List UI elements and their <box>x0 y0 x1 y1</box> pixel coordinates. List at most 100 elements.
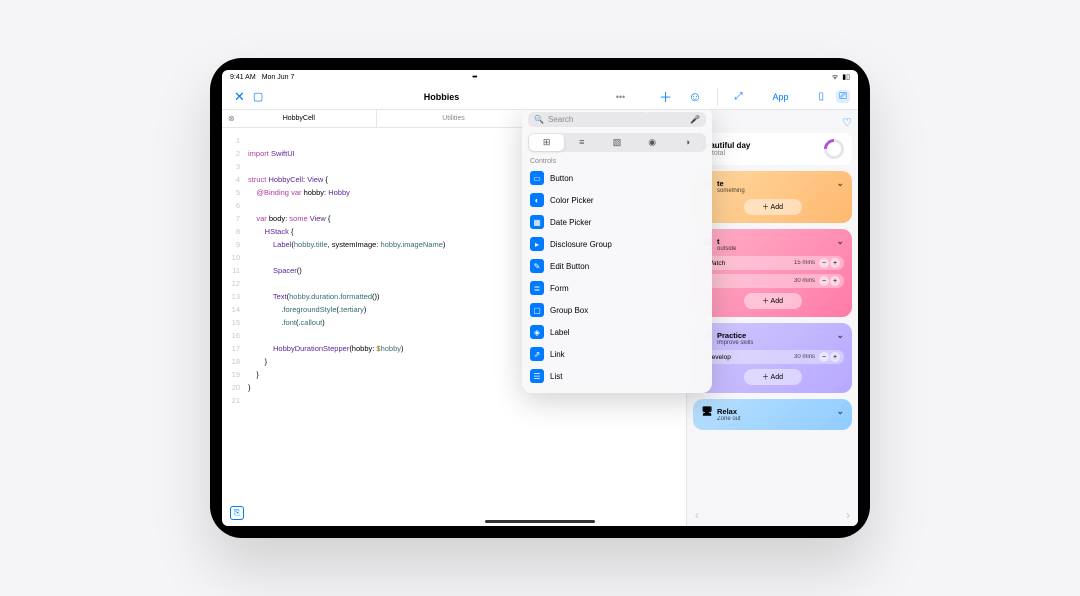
close-button[interactable]: ✕ <box>230 89 249 105</box>
stepper-minus[interactable]: − <box>819 276 829 286</box>
library-popover: 🔍 Search 🎤 ⊞≡▧◉◑ Controls ▭ Button ◐ Color … <box>522 110 712 393</box>
nav-forward-icon[interactable]: › <box>846 508 850 522</box>
status-date: Mon Jun 7 <box>262 74 295 81</box>
control-label: List <box>550 372 562 381</box>
hobby-title: Relax <box>717 407 737 416</box>
chevron-down-icon[interactable]: ⌄ <box>836 330 844 341</box>
hobby-title: te <box>717 179 724 188</box>
multitask-dots-icon[interactable] <box>472 74 476 81</box>
run-destination[interactable]: App <box>772 92 788 102</box>
stepper-minus[interactable]: − <box>819 258 829 268</box>
tab-label: HobbyCell <box>283 115 315 122</box>
chevron-down-icon[interactable]: ⌄ <box>836 178 844 189</box>
library-segment[interactable]: ⊞ <box>529 134 564 151</box>
control-icon: ≣ <box>530 281 544 295</box>
search-icon: 🔍 <box>534 115 544 124</box>
add-view-button[interactable]: ＋ <box>655 87 676 106</box>
library-search[interactable]: 🔍 Search 🎤 <box>528 112 706 127</box>
document-title: Hobbies <box>267 92 615 102</box>
mic-icon[interactable]: 🎤 <box>690 115 700 124</box>
library-control-item[interactable]: ✎ Edit Button <box>528 255 706 277</box>
library-control-item[interactable]: ◐ Color Picker <box>528 189 706 211</box>
tab-utilities[interactable]: Utilities <box>377 110 532 127</box>
tab-close-icon[interactable]: ⊗ <box>228 114 235 123</box>
hobby-row: Watch 15 mins − + <box>701 256 844 270</box>
hobby-card[interactable]: ▦ te ⌄ something ＋ Add <box>693 171 852 223</box>
hobby-card[interactable]: 🎓 Practice ⌄ Improve skills Develop 30 m… <box>693 323 852 393</box>
preview-nav: ‹ › <box>687 508 858 522</box>
control-icon: ▢ <box>530 303 544 317</box>
control-icon: ◐ <box>530 193 544 207</box>
library-segment[interactable]: ≡ <box>564 134 599 151</box>
hobby-subtitle: Improve skills <box>717 340 844 346</box>
library-control-item[interactable]: ☰List <box>528 365 706 387</box>
control-label: Button <box>550 174 573 183</box>
duration-stepper[interactable]: − + <box>819 258 840 268</box>
nav-back-icon[interactable]: ‹ <box>695 508 699 522</box>
hobby-row-duration: 30 mins <box>794 278 815 284</box>
duration-stepper[interactable]: − + <box>819 276 840 286</box>
control-label: Date Picker <box>550 218 591 227</box>
progress-ring-icon <box>820 135 848 163</box>
library-control-item[interactable]: ⇗Link <box>528 343 706 365</box>
library-segment[interactable]: ◑ <box>670 134 705 151</box>
main-area: ⊗ HobbyCell Utilities ContentView 123456… <box>222 110 858 526</box>
control-icon: ▭ <box>530 171 544 185</box>
control-icon: ⇗ <box>530 347 544 361</box>
toolbar-divider <box>717 88 718 106</box>
profile-icon[interactable]: ☺ <box>684 89 705 104</box>
ipad-screen: 9:41 AM Mon Jun 7 ᯤ ▮▯ ✕ ▢ Hobbies ••• ＋… <box>222 70 858 526</box>
hobby-row: 30 mins − + <box>701 274 844 288</box>
library-control-item[interactable]: ▭ Button <box>528 167 706 189</box>
chevron-down-icon[interactable]: ⌄ <box>836 236 844 247</box>
add-hobby-button[interactable]: ＋ Add <box>744 369 802 385</box>
library-control-item[interactable]: ▢Group Box <box>528 299 706 321</box>
line-gutter: 123456789101112131415161718192021 <box>222 128 244 526</box>
hobby-subtitle: Zone out <box>717 416 844 422</box>
control-icon: ✎ <box>530 259 544 273</box>
library-section-label: Controls <box>530 158 704 165</box>
library-segment[interactable]: ◉ <box>635 134 670 151</box>
hobby-row-duration: 15 mins <box>794 260 815 266</box>
stepper-plus[interactable]: + <box>830 276 840 286</box>
library-segments[interactable]: ⊞≡▧◉◑ <box>528 133 706 152</box>
favorite-icon[interactable]: ♡ <box>842 116 852 129</box>
tab-hobbycell[interactable]: ⊗ HobbyCell <box>222 110 377 127</box>
hobby-card[interactable]: ▦ t ⌄ outside Watch 15 mins − + 30 mins … <box>693 229 852 317</box>
build-icon[interactable]: ⎚ <box>836 90 850 103</box>
add-hobby-button[interactable]: ＋ Add <box>744 293 802 309</box>
control-label: Edit Button <box>550 262 589 271</box>
home-indicator[interactable] <box>485 520 595 523</box>
hobby-subtitle: outside <box>717 246 844 252</box>
status-time: 9:41 AM <box>230 74 256 81</box>
battery-icon: ▮▯ <box>842 73 850 81</box>
ipad-frame: 9:41 AM Mon Jun 7 ᯤ ▮▯ ✕ ▢ Hobbies ••• ＋… <box>210 58 870 538</box>
hobby-title: t <box>717 237 720 246</box>
chevron-down-icon[interactable]: ⌄ <box>836 406 844 417</box>
add-hobby-button[interactable]: ＋ Add <box>744 199 802 215</box>
library-control-item[interactable]: ◈Label <box>528 321 706 343</box>
control-label: Disclosure Group <box>550 240 612 249</box>
hobby-subtitle: something <box>717 188 844 194</box>
doc-button[interactable]: ⎘ <box>230 506 244 520</box>
toolbar: ✕ ▢ Hobbies ••• ＋ ☺ ⤢ App ▯ ⎚ <box>222 84 858 110</box>
hobby-row: Develop 30 mins − + <box>701 350 844 364</box>
control-label: Color Picker <box>550 196 594 205</box>
library-control-item[interactable]: ▦Date Picker <box>528 211 706 233</box>
hobby-card[interactable]: 🖥 Relax ⌄ Zone out <box>693 399 852 430</box>
more-icon[interactable]: ••• <box>616 92 625 102</box>
sidebar-toggle-icon[interactable]: ▢ <box>249 90 267 103</box>
stepper-plus[interactable]: + <box>830 352 840 362</box>
status-bar: 9:41 AM Mon Jun 7 ᯤ ▮▯ <box>222 70 858 84</box>
control-label: Label <box>550 328 570 337</box>
inspector-icon[interactable]: ▯ <box>814 91 828 102</box>
stepper-plus[interactable]: + <box>830 258 840 268</box>
expand-icon[interactable]: ⤢ <box>730 91 746 102</box>
tab-label: Utilities <box>442 115 465 122</box>
library-control-item[interactable]: ≣Form <box>528 277 706 299</box>
duration-stepper[interactable]: − + <box>819 352 840 362</box>
library-segment[interactable]: ▧ <box>599 134 634 151</box>
library-control-item[interactable]: ▸Disclosure Group <box>528 233 706 255</box>
stepper-minus[interactable]: − <box>819 352 829 362</box>
library-controls: ▭ Button ◐ Color Picker ▦Date Picker▸Disclos… <box>528 167 706 387</box>
